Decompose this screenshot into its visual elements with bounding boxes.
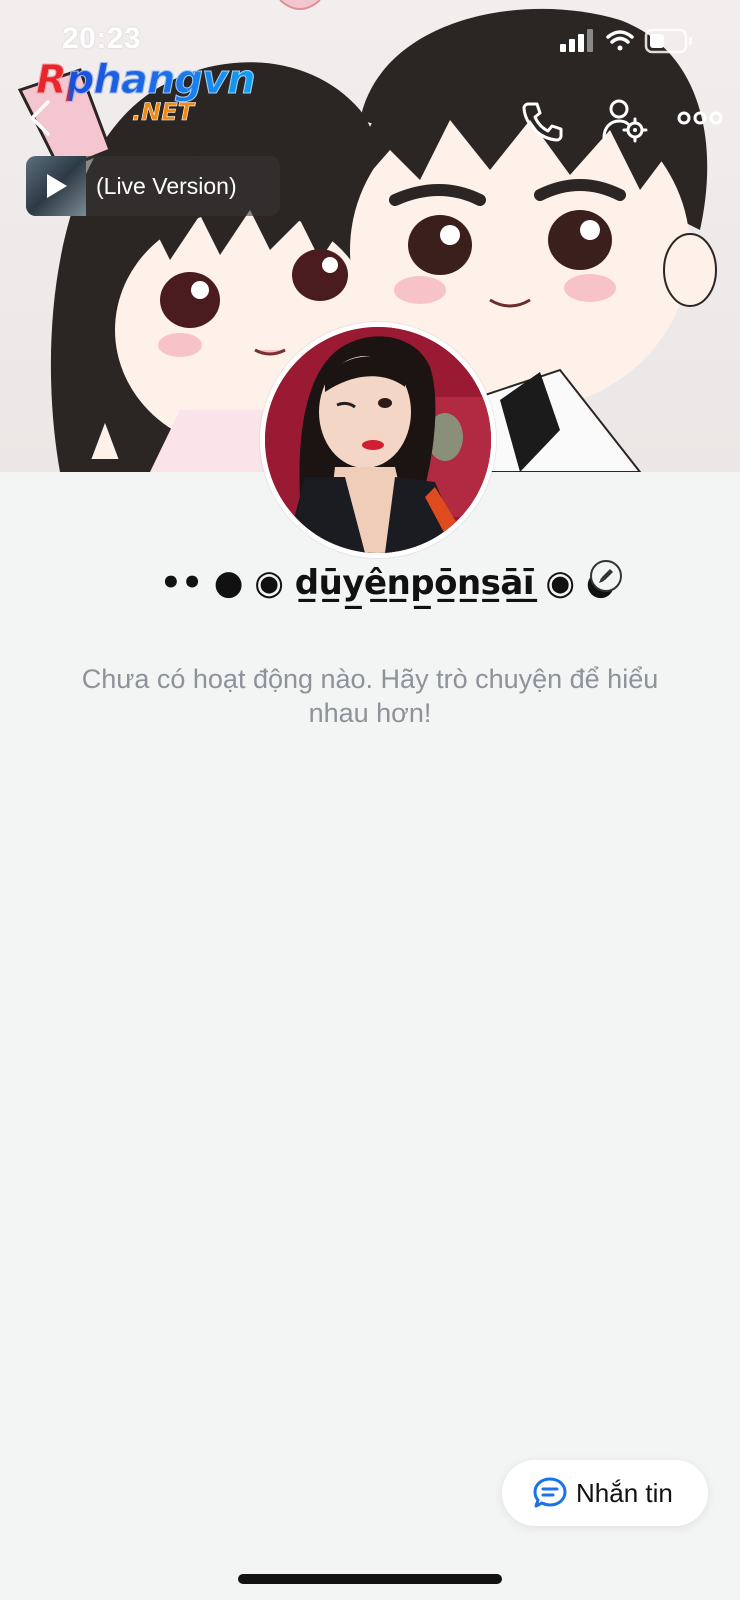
wifi-icon (606, 30, 634, 51)
edit-name-button[interactable] (590, 560, 622, 592)
watermark-main-text: Rphangvn (36, 57, 257, 103)
music-thumbnail (26, 156, 86, 216)
friend-settings-icon (602, 99, 648, 143)
empty-activity-message: Chưa có hoạt động nào. Hãy trò chuyện để… (81, 664, 659, 728)
back-icon (30, 100, 50, 136)
more-options-button[interactable] (676, 104, 724, 132)
call-button[interactable] (520, 98, 566, 144)
profile-music-player[interactable]: (Live Version) (26, 156, 280, 216)
friend-settings-button[interactable] (600, 96, 648, 144)
watermark-logo: Rphangvn .NET (36, 58, 266, 130)
status-time: 20:23 (62, 22, 142, 55)
chat-bubble-icon (533, 1477, 567, 1508)
send-message-button[interactable]: Nhắn tin (502, 1460, 708, 1526)
avatar-photo (265, 327, 491, 553)
pencil-icon (599, 569, 613, 583)
play-icon (47, 174, 67, 198)
back-button[interactable] (26, 96, 56, 140)
status-icons (560, 26, 700, 56)
music-title: (Live Version) (96, 170, 272, 202)
display-name: •• ● ◉ d̲ū̲y̲ê̲n̲p̲ō̲n̲s̲ā̲ī̲ ◉ ● (160, 563, 616, 603)
music-title-text: (Live Version) (96, 173, 237, 199)
profile-avatar[interactable] (260, 322, 496, 558)
watermark-sub-text: .NET (132, 98, 195, 127)
phone-icon (522, 102, 563, 142)
home-indicator[interactable] (238, 1574, 502, 1584)
battery-icon (644, 28, 692, 54)
cellular-signal-icon (560, 29, 593, 52)
more-icon (677, 111, 723, 125)
send-message-label: Nhắn tin (576, 1478, 673, 1508)
name-row: •• ● ◉ d̲ū̲y̲ê̲n̲p̲ō̲n̲s̲ā̲ī̲ ◉ ● (0, 558, 740, 608)
